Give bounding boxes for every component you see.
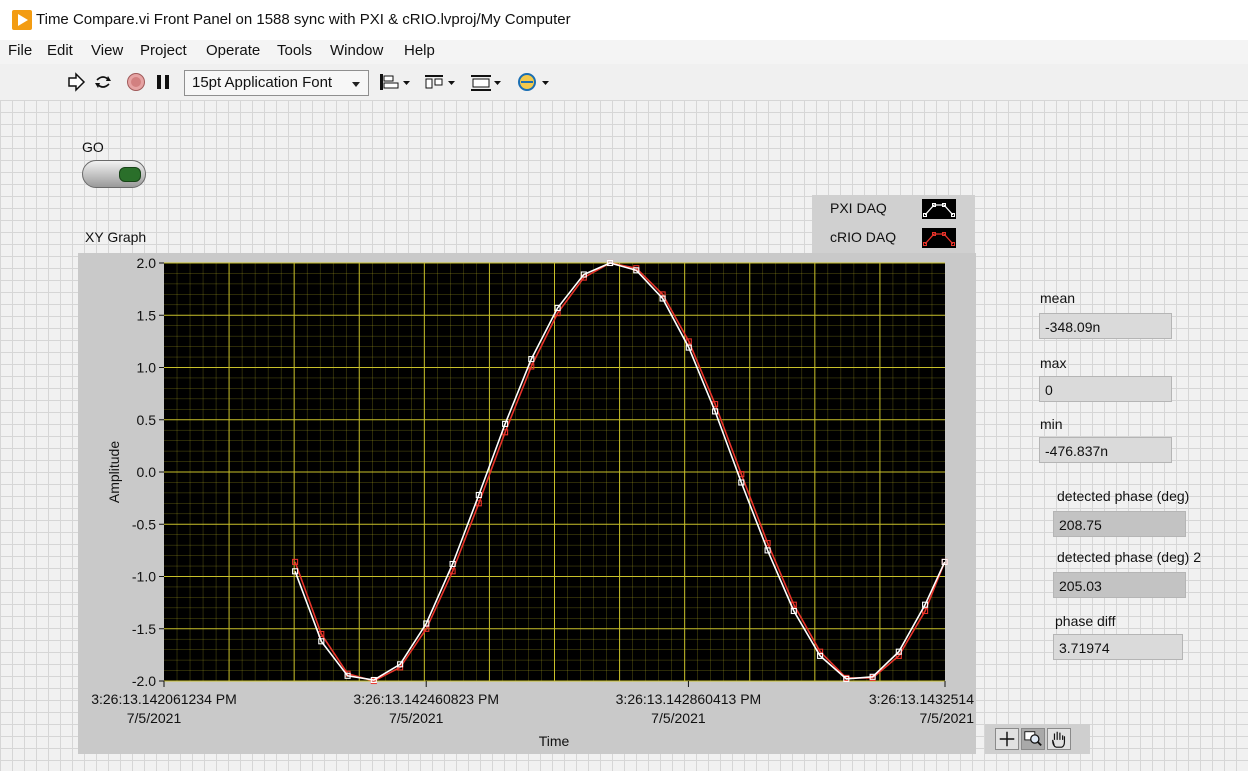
detected-phase-indicator: 208.75 — [1053, 511, 1186, 537]
legend-name: cRIO DAQ — [830, 229, 897, 245]
graph-palette — [985, 724, 1090, 754]
x-axis-label: Time — [539, 733, 570, 749]
x-tick-label-time: 3:26:13.142860413 PM — [616, 691, 762, 707]
legend-name: PXI DAQ — [830, 200, 887, 216]
max-indicator: 0 — [1039, 376, 1172, 402]
menu-view[interactable]: View — [91, 42, 123, 59]
min-indicator: -476.837n — [1039, 437, 1172, 463]
x-tick-label-time: 3:26:13.142061234 PM — [91, 691, 237, 707]
x-tick-label-date: 7/5/2021 — [920, 710, 975, 726]
x-tick-label-time: 3:26:13.142460823 PM — [353, 691, 499, 707]
toolbar: 15pt Application Font — [0, 64, 1248, 101]
y-tick-label: -2.0 — [132, 673, 156, 689]
font-select-label: 15pt Application Font — [192, 74, 333, 91]
menu-bar: File Edit View Project Operate Tools Win… — [0, 40, 1248, 64]
min-label: min — [1040, 416, 1063, 432]
plot-style-swatch-icon — [922, 199, 956, 219]
x-tick-label-date: 7/5/2021 — [389, 710, 444, 726]
y-tick-label: -1.5 — [132, 621, 156, 637]
go-label: GO — [82, 139, 104, 155]
font-select[interactable]: 15pt Application Font — [184, 70, 369, 96]
menu-operate[interactable]: Operate — [206, 42, 260, 59]
detected-phase-label: detected phase (deg) — [1057, 488, 1190, 504]
plot-style-swatch-icon — [922, 228, 956, 248]
y-tick-label: 0.5 — [137, 412, 157, 428]
distribute-objects-icon[interactable] — [424, 72, 456, 92]
menu-edit[interactable]: Edit — [47, 42, 73, 59]
reorder-icon[interactable] — [516, 72, 550, 92]
mean-indicator: -348.09n — [1039, 313, 1172, 339]
y-tick-label: 0.0 — [137, 464, 157, 480]
detected-phase-2-label: detected phase (deg) 2 — [1057, 549, 1201, 565]
graph-label: XY Graph — [85, 229, 147, 245]
chevron-down-icon — [352, 82, 360, 87]
menu-file[interactable]: File — [8, 42, 32, 59]
xy-graph: 2.0 1.5 1.0 0.5 0.0 -0.5 -1.0 -1.5 -2.0 3:26:13.… — [78, 253, 976, 754]
go-button[interactable] — [82, 160, 146, 188]
resize-objects-icon[interactable] — [470, 72, 502, 92]
y-tick-label: 1.5 — [137, 307, 157, 323]
menu-help[interactable]: Help — [404, 42, 435, 59]
title-bar: Time Compare.vi Front Panel on 1588 sync… — [0, 0, 1248, 40]
go-led-indicator — [119, 167, 141, 182]
max-label: max — [1040, 355, 1067, 371]
mean-label: mean — [1040, 290, 1076, 306]
align-objects-icon[interactable] — [379, 72, 411, 92]
detected-phase-2-indicator: 205.03 — [1053, 572, 1186, 598]
phase-diff-indicator: 3.71974 — [1053, 634, 1183, 660]
xy-graph-svg: 2.0 1.5 1.0 0.5 0.0 -0.5 -1.0 -1.5 -2.0 3:26:13.… — [91, 255, 974, 749]
y-tick-label: 1.0 — [137, 360, 157, 376]
y-axis-label: Amplitude — [106, 441, 122, 503]
run-arrow-icon[interactable] — [66, 72, 86, 92]
y-tick-label: -1.0 — [132, 569, 156, 585]
x-tick-label-date: 7/5/2021 — [127, 710, 182, 726]
labview-app-icon — [12, 10, 32, 30]
cursor-crosshair-icon[interactable] — [995, 728, 1019, 750]
abort-icon[interactable] — [126, 72, 146, 92]
menu-window[interactable]: Window — [330, 42, 383, 59]
y-tick-label: -0.5 — [132, 516, 156, 532]
x-tick-label-date: 7/5/2021 — [651, 710, 706, 726]
legend-item-pxi[interactable]: PXI DAQ — [812, 195, 975, 224]
plot-legend: PXI DAQ cRIO DAQ — [812, 195, 975, 253]
pause-icon[interactable] — [153, 72, 173, 92]
pan-hand-icon[interactable] — [1047, 728, 1071, 750]
window-title: Time Compare.vi Front Panel on 1588 sync… — [36, 11, 571, 28]
menu-tools[interactable]: Tools — [277, 42, 312, 59]
legend-item-crio[interactable]: cRIO DAQ — [812, 224, 975, 253]
run-continuous-icon[interactable] — [93, 72, 113, 92]
x-tick-label-time: 3:26:13.1432514 — [869, 691, 974, 707]
phase-diff-label: phase diff — [1055, 613, 1116, 629]
menu-project[interactable]: Project — [140, 42, 187, 59]
zoom-icon[interactable] — [1021, 728, 1045, 750]
x-axis: 3:26:13.142061234 PM 7/5/2021 3:26:13.1424… — [91, 681, 974, 726]
y-tick-label: 2.0 — [137, 255, 157, 271]
y-axis: 2.0 1.5 1.0 0.5 0.0 -0.5 -1.0 -1.5 -2.0 — [132, 255, 164, 689]
